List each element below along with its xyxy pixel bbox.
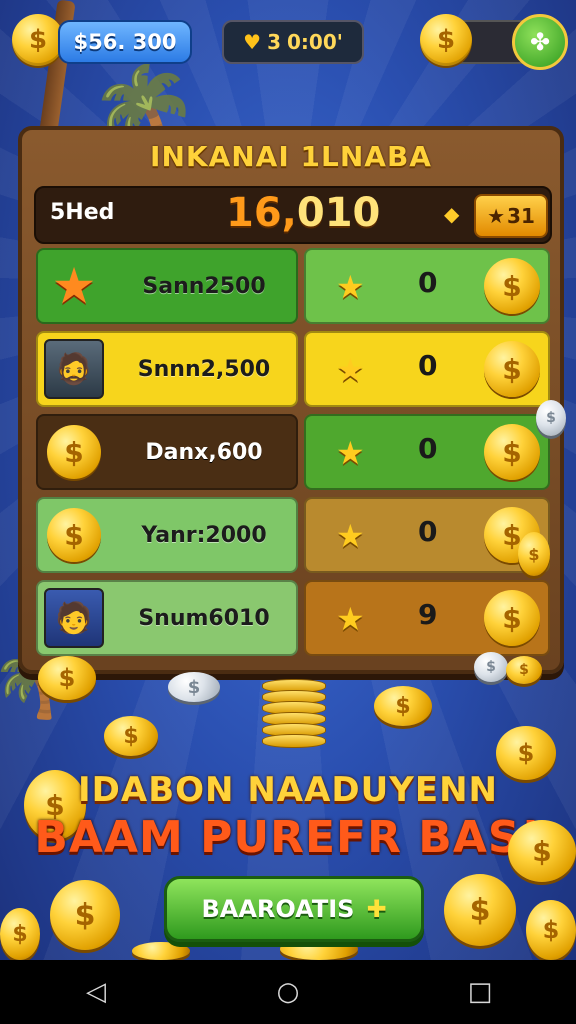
star-icon: ★: [336, 434, 365, 472]
star-icon: ★: [336, 351, 365, 389]
score-tail: 010: [296, 190, 381, 236]
coin-icon: $: [38, 656, 96, 700]
recents-icon[interactable]: □: [450, 977, 510, 1007]
collect-coin-button[interactable]: $: [484, 258, 540, 314]
promo-headline: IDABON NAADUYENN: [78, 770, 498, 810]
coin-icon: [132, 942, 190, 960]
star-icon: ★: [51, 257, 97, 315]
leaderboard-row[interactable]: 🧔 Snnn2,500 ★ 0 $: [36, 331, 550, 407]
row-count: 0: [418, 432, 438, 465]
score-label: 5Hed: [50, 200, 115, 225]
money-display: $56. 300: [58, 20, 192, 64]
timer-text: 0:00': [286, 30, 343, 54]
arrow-icon: ◆: [444, 202, 460, 226]
coin-icon: $: [518, 532, 550, 576]
row-right-cell: ★ 0 $: [304, 414, 550, 490]
row-left-cell: ★ Sann2500: [36, 248, 298, 324]
row-name: Snum6010: [138, 605, 270, 631]
clover-button[interactable]: ✤: [512, 14, 568, 70]
leaderboard-row[interactable]: $ Yanr:2000 ★ 0 $: [36, 497, 550, 573]
row-count: 0: [418, 515, 438, 548]
coin-icon: $: [104, 716, 158, 756]
leaderboard-row[interactable]: 🧑 Snum6010 ★ 9 $: [36, 580, 550, 656]
lives-count: 3: [267, 30, 281, 54]
cta-button[interactable]: BAAROATIS ✚: [164, 876, 424, 942]
coin-icon: $: [44, 424, 104, 480]
system-navigation-bar: ◁ ○ □: [0, 960, 576, 1024]
score-value: 16,010: [226, 190, 380, 236]
score-bar: 5Hed 16,010 ◆ ★ 31: [34, 186, 552, 244]
lives-timer-display: ♥ 3 0:00': [222, 20, 364, 64]
row-left-cell: 🧑 Snum6010: [36, 580, 298, 656]
collect-coin-button[interactable]: $: [484, 424, 540, 480]
player-avatar: 🧔: [44, 339, 104, 399]
coin-icon: $: [508, 820, 576, 882]
row-count: 0: [418, 349, 438, 382]
coin-icon: $: [506, 656, 542, 684]
leaderboard-panel: INKANAI 1LNABA 5Hed 16,010 ◆ ★ 31 ★ Sann2…: [18, 126, 564, 674]
coin-icon: $: [50, 880, 120, 950]
money-coin-icon: $: [12, 14, 64, 66]
score-main: 16,: [226, 190, 297, 236]
coin-icon: $: [374, 686, 432, 726]
coin-icon: $: [0, 908, 40, 960]
row-right-cell: ★ 0 $: [304, 331, 550, 407]
star-badge-count: 31: [507, 204, 535, 228]
star-icon: ★: [336, 600, 365, 638]
star-icon: ★: [336, 517, 365, 555]
row-left-cell: $ Yanr:2000: [36, 497, 298, 573]
collect-coin-button[interactable]: $: [484, 590, 540, 646]
home-icon[interactable]: ○: [258, 977, 318, 1007]
row-left-cell: $ Danx,600: [36, 414, 298, 490]
row-name: Yanr:2000: [141, 522, 267, 548]
row-right-cell: ★ 0 $: [304, 248, 550, 324]
leaderboard-row[interactable]: ★ Sann2500 ★ 0 $: [36, 248, 550, 324]
leaderboard-row[interactable]: $ Danx,600 ★ 0 $: [36, 414, 550, 490]
star-icon: ★: [487, 204, 506, 228]
row-name: Snnn2,500: [137, 356, 271, 382]
row-name: Danx,600: [145, 439, 263, 465]
row-name: Sann2500: [142, 273, 266, 299]
coin-icon: $: [44, 507, 104, 563]
coin-icon: $: [474, 652, 508, 682]
star-icon: ★: [336, 268, 365, 306]
row-right-cell: ★ 9 $: [304, 580, 550, 656]
coin-stack-icon: [262, 679, 326, 748]
plus-icon: ✚: [366, 895, 387, 923]
heart-icon: ♥: [243, 30, 262, 54]
coin-icon: $: [444, 874, 516, 946]
coin-icon: $: [536, 400, 566, 436]
cta-label: BAAROATIS: [201, 895, 355, 923]
coin-icon: $: [526, 900, 576, 960]
promo-subheadline: BAAM PUREFR BAS!: [34, 812, 542, 863]
bonus-coin-icon[interactable]: $: [420, 14, 472, 66]
row-right-cell: ★ 0 $: [304, 497, 550, 573]
player-avatar: 🧑: [44, 588, 104, 648]
collect-coin-button[interactable]: $: [484, 341, 540, 397]
star-badge[interactable]: ★ 31: [474, 194, 548, 238]
row-count: 0: [418, 266, 438, 299]
board-title: INKANAI 1LNABA: [150, 140, 432, 173]
coin-icon: $: [168, 672, 220, 702]
row-count: 9: [418, 598, 438, 631]
back-icon[interactable]: ◁: [66, 977, 126, 1007]
row-left-cell: 🧔 Snnn2,500: [36, 331, 298, 407]
